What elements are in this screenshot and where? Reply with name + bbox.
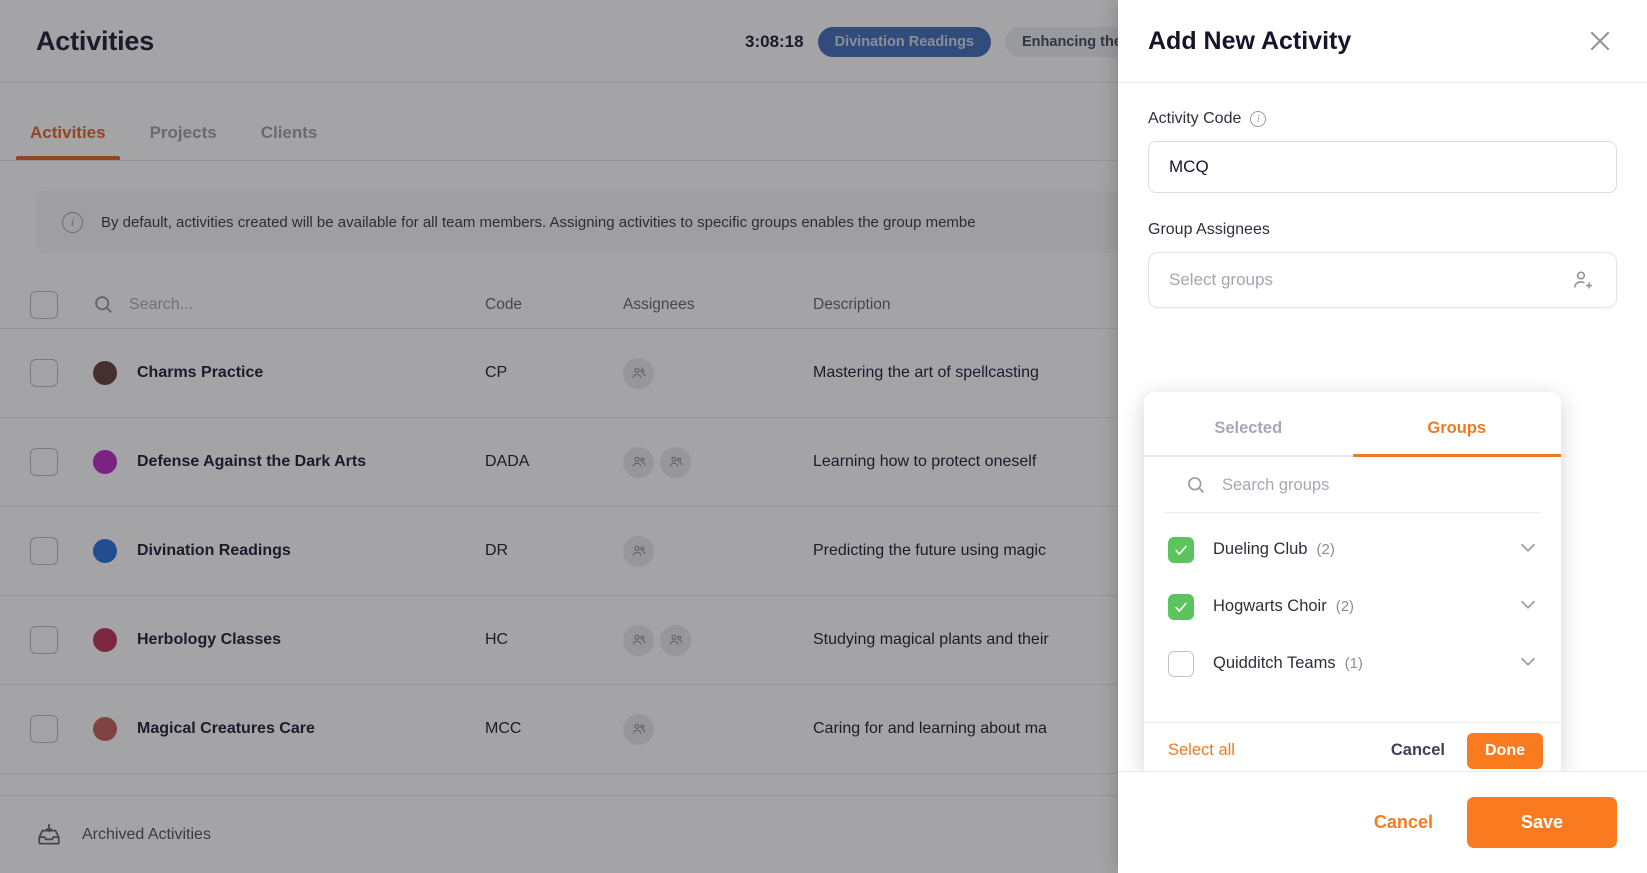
groups-dropdown-footer: Select all Cancel Done bbox=[1144, 722, 1561, 771]
dropdown-tab-groups[interactable]: Groups bbox=[1352, 392, 1561, 457]
list-item[interactable]: Hogwarts Choir (2) bbox=[1144, 578, 1561, 635]
modal-body: Activity Code i MCQ Group Assignees Sele… bbox=[1118, 83, 1647, 771]
activity-code-value: MCQ bbox=[1169, 157, 1209, 176]
group-assignees-label-row: Group Assignees bbox=[1148, 221, 1617, 239]
activity-code-input[interactable]: MCQ bbox=[1148, 141, 1617, 193]
group-member-count: (2) bbox=[1316, 541, 1335, 558]
add-person-icon bbox=[1574, 271, 1592, 289]
group-assignees-label: Group Assignees bbox=[1148, 221, 1270, 238]
group-expand-toggle[interactable] bbox=[1517, 536, 1539, 563]
group-checkbox[interactable] bbox=[1168, 650, 1194, 677]
check-icon bbox=[1175, 601, 1187, 612]
groups-dropdown: Selected Groups Search groups Dueling Cl… bbox=[1144, 392, 1561, 771]
group-name: Quidditch Teams bbox=[1213, 654, 1336, 672]
search-icon bbox=[1188, 477, 1205, 494]
groups-search-field[interactable]: Search groups bbox=[1164, 457, 1541, 513]
groups-list: Dueling Club (2) Hogwarts Choir (2) Quid… bbox=[1144, 513, 1561, 722]
group-name: Hogwarts Choir bbox=[1213, 597, 1327, 615]
modal-header: Add New Activity bbox=[1118, 0, 1647, 83]
dropdown-cancel-button[interactable]: Cancel bbox=[1391, 741, 1445, 760]
chevron-down-icon bbox=[1520, 600, 1536, 609]
add-activity-panel: Add New Activity Activity Code i MCQ Gro… bbox=[1118, 0, 1647, 873]
list-item[interactable]: Dueling Club (2) bbox=[1144, 521, 1561, 578]
close-button[interactable] bbox=[1583, 24, 1617, 58]
group-member-count: (1) bbox=[1344, 655, 1363, 672]
group-member-count: (2) bbox=[1335, 598, 1355, 615]
close-icon bbox=[1590, 31, 1610, 51]
save-button[interactable]: Save bbox=[1466, 797, 1617, 848]
select-all-button[interactable]: Select all bbox=[1168, 741, 1235, 760]
chevron-down-icon bbox=[1520, 543, 1536, 552]
activity-code-label: Activity Code bbox=[1148, 110, 1242, 127]
groups-search-placeholder: Search groups bbox=[1222, 475, 1330, 494]
group-checkbox[interactable] bbox=[1168, 536, 1194, 563]
group-assignees-select[interactable]: Select groups bbox=[1148, 252, 1617, 308]
info-icon[interactable]: i bbox=[1250, 111, 1267, 127]
activity-code-label-row: Activity Code i bbox=[1148, 110, 1617, 128]
group-expand-toggle[interactable] bbox=[1517, 650, 1539, 677]
modal-footer: Cancel Save bbox=[1118, 771, 1647, 873]
group-assignees-placeholder: Select groups bbox=[1169, 270, 1273, 289]
group-expand-toggle[interactable] bbox=[1517, 593, 1539, 620]
list-item[interactable]: Quidditch Teams (1) bbox=[1144, 635, 1561, 692]
modal-title: Add New Activity bbox=[1148, 26, 1352, 55]
cancel-button[interactable]: Cancel bbox=[1374, 812, 1433, 833]
check-icon bbox=[1175, 544, 1187, 555]
group-name: Dueling Club bbox=[1213, 540, 1308, 558]
groups-dropdown-tabs: Selected Groups bbox=[1144, 392, 1561, 457]
dropdown-tab-selected[interactable]: Selected bbox=[1144, 392, 1353, 457]
dropdown-done-button[interactable]: Done bbox=[1467, 732, 1543, 769]
chevron-down-icon bbox=[1520, 657, 1536, 666]
group-checkbox[interactable] bbox=[1168, 593, 1194, 620]
